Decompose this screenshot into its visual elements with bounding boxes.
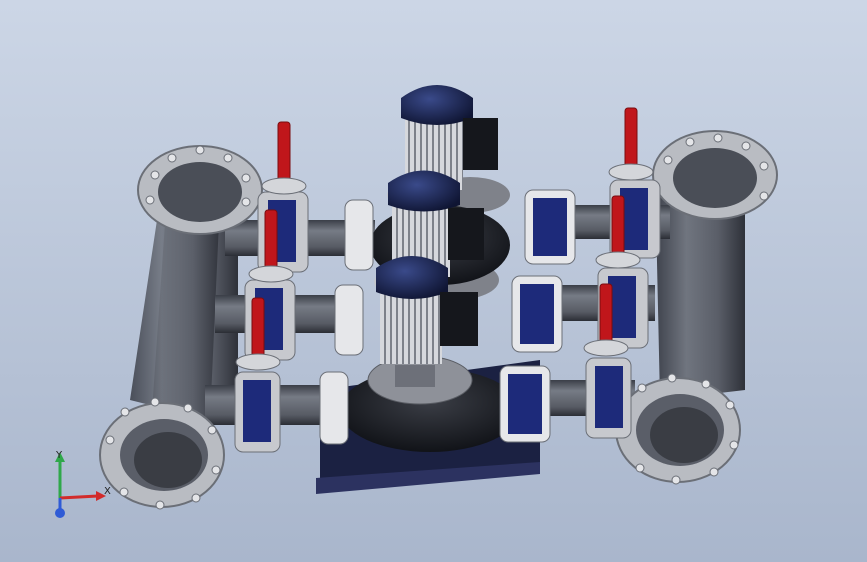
x-axis-line xyxy=(59,494,99,500)
flange-top-right xyxy=(652,130,778,220)
z-axis-dot xyxy=(55,508,65,518)
y-axis-label: Y xyxy=(55,450,63,461)
cad-viewport[interactable]: Y X xyxy=(0,0,867,562)
x-axis-label: X xyxy=(104,486,111,497)
coordinate-triad: Y X xyxy=(55,450,111,518)
pump-skid-model[interactable] xyxy=(0,0,867,562)
flange-top-left xyxy=(137,145,263,235)
